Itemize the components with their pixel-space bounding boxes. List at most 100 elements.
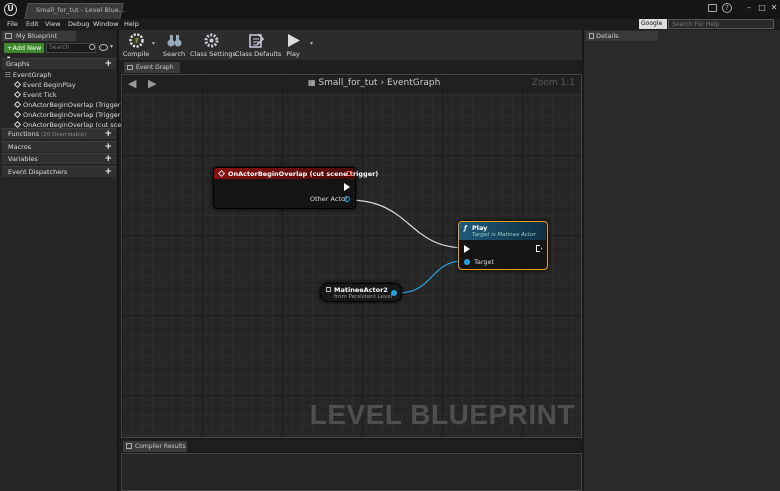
graph-tab-icon bbox=[127, 65, 133, 70]
target-input-pin[interactable] bbox=[464, 259, 470, 265]
help-icon[interactable]: ? bbox=[722, 3, 732, 13]
actor-ref-node-title: MatineeActor2 bbox=[334, 286, 388, 294]
search-provider-select[interactable]: Google ▾ bbox=[639, 19, 667, 37]
play-function-node[interactable]: ƒ Play Target is Matinee Actor Target bbox=[458, 221, 548, 270]
event-node-on-actor-begin-overlap[interactable]: OnActorBeginOverlap (cut scene trigger) … bbox=[213, 167, 378, 209]
class-defaults-button[interactable]: Class Defaults bbox=[235, 31, 282, 59]
graphs-section-header[interactable]: Graphs + bbox=[2, 58, 116, 69]
class-defaults-label: Class Defaults bbox=[235, 50, 282, 58]
event-delegate-pin-icon[interactable] bbox=[347, 171, 352, 176]
class-settings-label: Class Settings bbox=[190, 50, 236, 58]
compile-gear-icon: ? bbox=[128, 33, 144, 48]
search-button[interactable]: Search bbox=[161, 31, 187, 59]
minimize-icon[interactable]: – bbox=[744, 3, 754, 13]
add-variable-icon[interactable]: + bbox=[104, 154, 112, 164]
play-node-title: Play bbox=[472, 224, 488, 232]
matinee-actor-reference-node[interactable]: MatineeActor2 from Persistent Level bbox=[320, 283, 402, 302]
event-diamond-icon bbox=[13, 90, 22, 99]
other-actor-pin-label: Other Actor bbox=[310, 195, 348, 203]
event-graph-item[interactable]: ☷ EventGraph bbox=[5, 71, 51, 79]
macros-section-header[interactable]: Macros + bbox=[2, 141, 116, 152]
class-settings-button[interactable]: Class Settings bbox=[190, 31, 236, 59]
search-icon bbox=[89, 44, 95, 50]
other-actor-output-pin[interactable] bbox=[344, 196, 350, 202]
search-label: Search bbox=[162, 50, 186, 58]
macros-label: Macros bbox=[8, 143, 32, 151]
visibility-eye-icon[interactable] bbox=[99, 44, 108, 51]
document-tab-label: Small_for_tut - Level Blue... bbox=[36, 6, 125, 14]
graph-editor-canvas[interactable]: ◀ ▶ ▦ Small_for_tut › EventGraph Zoom 1:… bbox=[121, 74, 582, 438]
exec-wire bbox=[347, 199, 467, 249]
event-diamond-icon bbox=[13, 120, 22, 129]
event-item-label: Event BeginPlay bbox=[23, 81, 76, 89]
event-item[interactable]: OnActorBeginOverlap (TriggerBo bbox=[13, 100, 129, 109]
feedback-icon[interactable] bbox=[708, 4, 717, 12]
blueprint-icon bbox=[5, 33, 12, 39]
functions-label: Functions bbox=[8, 130, 40, 138]
play-icon bbox=[287, 34, 300, 47]
target-pin-label: Target bbox=[474, 258, 495, 266]
close-icon[interactable]: ✕ bbox=[769, 3, 779, 13]
graph-tab-bar bbox=[119, 60, 582, 74]
play-node-subtitle: Target is Matinee Actor bbox=[472, 232, 536, 238]
functions-section-header[interactable]: Functions (20 Overridable) + bbox=[2, 128, 116, 139]
event-diamond-icon bbox=[13, 100, 22, 109]
event-item[interactable]: Event BeginPlay bbox=[13, 80, 76, 89]
compiler-results-bar bbox=[119, 440, 582, 452]
exec-input-pin[interactable] bbox=[464, 245, 470, 253]
toolbar bbox=[119, 30, 582, 60]
chevron-down-icon[interactable]: ▾ bbox=[110, 43, 113, 50]
add-new-label: +Add New bbox=[7, 44, 42, 52]
maximize-icon[interactable]: □ bbox=[757, 3, 767, 13]
menu-debug[interactable]: Debug bbox=[68, 20, 89, 28]
event-item-label: OnActorBeginOverlap (TriggerBo bbox=[23, 111, 129, 119]
compiler-results-tab[interactable]: Compiler Results bbox=[123, 441, 187, 452]
add-new-button[interactable]: +Add New ▾ bbox=[4, 43, 44, 62]
variables-section-header[interactable]: Variables + bbox=[2, 153, 116, 164]
binoculars-icon bbox=[167, 35, 181, 47]
menu-file[interactable]: File bbox=[7, 20, 18, 28]
details-tab[interactable]: Details bbox=[586, 31, 658, 41]
actor-ref-output-pin[interactable] bbox=[391, 290, 397, 296]
compile-options-chevron-icon[interactable]: ▾ bbox=[152, 40, 155, 47]
event-node-title: OnActorBeginOverlap (cut scene trigger) bbox=[228, 170, 379, 178]
event-dispatchers-label: Event Dispatchers bbox=[8, 168, 68, 176]
unreal-logo-icon: U bbox=[4, 3, 17, 16]
compile-button[interactable]: ? Compile bbox=[121, 31, 151, 59]
menu-help[interactable]: Help bbox=[124, 20, 139, 28]
event-dispatchers-section-header[interactable]: Event Dispatchers + bbox=[2, 166, 116, 177]
help-search-input[interactable]: Search For Help bbox=[668, 19, 774, 29]
my-blueprint-panel bbox=[0, 30, 118, 491]
target-wire bbox=[398, 260, 463, 294]
event-item[interactable]: OnActorBeginOverlap (TriggerBo bbox=[13, 110, 129, 119]
exec-output-pin[interactable] bbox=[344, 183, 350, 191]
play-options-chevron-icon[interactable]: ▾ bbox=[310, 40, 313, 47]
event-graph-label: EventGraph bbox=[12, 71, 52, 79]
add-macro-icon[interactable]: + bbox=[104, 142, 112, 152]
svg-text:?: ? bbox=[134, 37, 138, 45]
compiler-results-body bbox=[121, 453, 582, 491]
details-panel bbox=[584, 30, 780, 491]
add-dispatcher-icon[interactable]: + bbox=[104, 167, 112, 177]
add-graph-icon[interactable]: + bbox=[104, 59, 112, 69]
menu-view[interactable]: View bbox=[45, 20, 60, 28]
menu-edit[interactable]: Edit bbox=[26, 20, 39, 28]
compile-label: Compile bbox=[122, 50, 150, 58]
event-item[interactable]: Event Tick bbox=[13, 90, 57, 99]
menu-window[interactable]: Window bbox=[93, 20, 119, 28]
play-button[interactable]: Play bbox=[281, 31, 305, 59]
event-item-label: OnActorBeginOverlap (TriggerBo bbox=[23, 101, 129, 109]
graph-icon: ☷ bbox=[5, 71, 11, 79]
function-f-icon: ƒ bbox=[464, 224, 467, 232]
class-defaults-icon bbox=[248, 33, 264, 48]
event-item-label: Event Tick bbox=[23, 91, 57, 99]
class-settings-gear-icon bbox=[204, 33, 218, 48]
actor-reference-icon bbox=[326, 287, 331, 292]
event-diamond-icon bbox=[13, 110, 22, 119]
event-diamond-icon bbox=[13, 80, 22, 89]
exec-output-pin[interactable] bbox=[536, 245, 542, 252]
add-function-icon[interactable]: + bbox=[104, 129, 112, 139]
compiler-results-icon bbox=[126, 443, 132, 449]
my-blueprint-tab[interactable]: My Blueprint bbox=[2, 31, 76, 41]
play-label: Play bbox=[286, 50, 300, 58]
